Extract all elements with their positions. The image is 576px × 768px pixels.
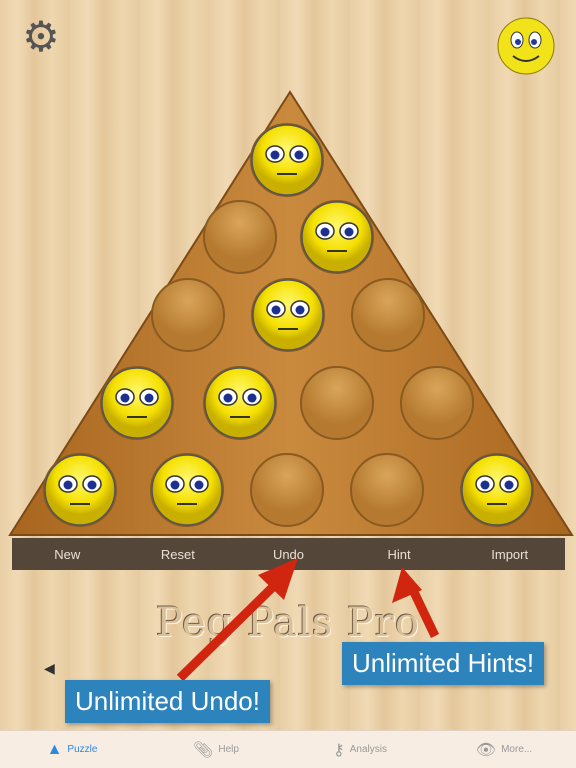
paperclip-icon: 📎︎ — [193, 741, 214, 759]
import-button[interactable]: Import — [454, 547, 565, 562]
tab-bar: ▲ Puzzle 📎︎ Help ⚷ Analysis 👁︎ More... — [0, 730, 576, 768]
tab-help[interactable]: 📎︎ Help — [144, 731, 288, 768]
empty-hole[interactable] — [351, 278, 425, 352]
hint-callout: Unlimited Hints! — [342, 642, 545, 685]
speaker-icon[interactable]: ◀ — [44, 660, 55, 677]
peg[interactable] — [251, 278, 325, 352]
triangle-icon: ▲ — [46, 740, 63, 758]
empty-hole[interactable] — [300, 366, 374, 440]
reset-button[interactable]: Reset — [123, 547, 234, 562]
undo-button[interactable]: Undo — [233, 547, 344, 562]
empty-hole[interactable] — [203, 200, 277, 274]
peg[interactable] — [203, 366, 277, 440]
peg[interactable] — [150, 453, 224, 527]
peg-board — [8, 90, 574, 536]
peg[interactable] — [43, 453, 117, 527]
empty-hole[interactable] — [151, 278, 225, 352]
tab-puzzle[interactable]: ▲ Puzzle — [0, 731, 144, 768]
empty-hole[interactable] — [350, 453, 424, 527]
peg[interactable] — [100, 366, 174, 440]
peg[interactable] — [460, 453, 534, 527]
undo-callout: Unlimited Undo! — [65, 680, 270, 723]
action-toolbar: New Reset Undo Hint Import — [12, 538, 565, 570]
eye-icon: 👁︎ — [475, 741, 497, 759]
tab-analysis[interactable]: ⚷ Analysis — [288, 731, 432, 768]
peg[interactable] — [250, 123, 324, 197]
empty-hole[interactable] — [400, 366, 474, 440]
app-title: Peg Pals Pro — [155, 600, 421, 646]
empty-hole[interactable] — [250, 453, 324, 527]
key-icon: ⚷ — [333, 741, 345, 759]
peg[interactable] — [300, 200, 374, 274]
hint-button[interactable]: Hint — [344, 547, 455, 562]
tab-more[interactable]: 👁︎ More... — [432, 731, 576, 768]
hint-arrowhead — [392, 567, 422, 603]
new-button[interactable]: New — [12, 547, 123, 562]
